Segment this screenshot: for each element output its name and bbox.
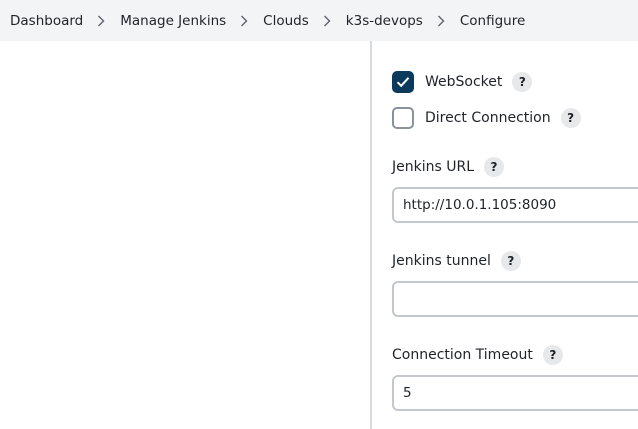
jenkins-tunnel-label-row: Jenkins tunnel ?: [392, 251, 521, 271]
checkmark-icon: [396, 77, 410, 88]
side-panel: [0, 41, 370, 429]
direct-connection-checkbox[interactable]: [392, 107, 414, 129]
connection-timeout-label: Connection Timeout: [392, 347, 533, 363]
help-icon[interactable]: ?: [512, 72, 533, 92]
jenkins-url-label: Jenkins URL: [392, 159, 475, 175]
help-icon[interactable]: ?: [542, 345, 563, 365]
websocket-label: WebSocket: [425, 74, 503, 90]
breadcrumb-item-k3s-devops[interactable]: k3s-devops: [346, 13, 423, 29]
help-icon[interactable]: ?: [560, 108, 581, 128]
direct-connection-label: Direct Connection: [425, 110, 551, 126]
breadcrumb: Dashboard Manage Jenkins Clouds k3s-devo…: [0, 0, 638, 41]
breadcrumb-item-dashboard[interactable]: Dashboard: [10, 13, 83, 29]
jenkins-url-label-row: Jenkins URL ?: [392, 157, 505, 177]
connection-timeout-input[interactable]: [392, 375, 638, 411]
panel-divider: [370, 41, 372, 429]
websocket-checkbox[interactable]: [392, 71, 414, 93]
cloud-config-form: WebSocket ? Direct Connection ? Jenkins …: [392, 41, 638, 429]
breadcrumb-item-manage-jenkins[interactable]: Manage Jenkins: [120, 13, 226, 29]
chevron-right-icon: [431, 14, 455, 28]
jenkins-tunnel-label: Jenkins tunnel: [392, 253, 491, 269]
jenkins-tunnel-input[interactable]: [392, 281, 638, 317]
chevron-right-icon: [234, 14, 258, 28]
help-icon[interactable]: ?: [484, 157, 505, 177]
jenkins-url-input[interactable]: [392, 187, 638, 223]
breadcrumb-item-configure[interactable]: Configure: [460, 13, 525, 29]
breadcrumb-item-clouds[interactable]: Clouds: [263, 13, 309, 29]
websocket-row: WebSocket ?: [392, 71, 533, 93]
direct-connection-row: Direct Connection ?: [392, 107, 581, 129]
chevron-right-icon: [317, 14, 341, 28]
help-icon[interactable]: ?: [500, 251, 521, 271]
connection-timeout-label-row: Connection Timeout ?: [392, 345, 563, 365]
chevron-right-icon: [91, 14, 115, 28]
